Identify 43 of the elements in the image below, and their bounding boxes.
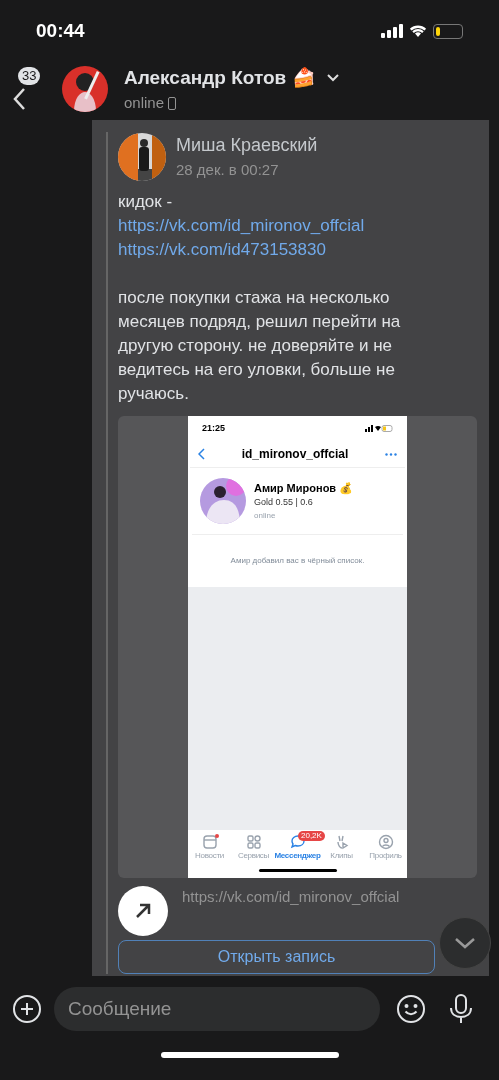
post-link[interactable]: https://vk.com/id473153830 (118, 237, 410, 262)
status-time: 00:44 (36, 18, 85, 43)
profile-subtitle: Gold 0.55 | 0.6 (254, 496, 314, 509)
more-icon (385, 452, 397, 456)
back-icon (198, 448, 205, 460)
emoji-icon[interactable] (396, 994, 426, 1024)
tab-item[interactable]: Сервисы (237, 849, 269, 862)
chevron-down-icon (454, 937, 476, 949)
contact-status: online (124, 93, 165, 113)
status-icons (365, 425, 393, 432)
count-badge: 20,2K (298, 830, 325, 841)
post-text: после покупки стажа на несколько месяцев подряд, решил перейти на другую сторону. не доверяйте и не ведитесь на его уловки, больше не ручаюсь. (118, 286, 402, 405)
signal-icon (381, 24, 403, 38)
profile-icon (377, 833, 394, 850)
add-icon[interactable] (12, 994, 42, 1024)
wifi-icon (409, 24, 427, 38)
post-link[interactable]: https://vk.com/id_mironov_offcial (118, 213, 410, 238)
profile-name: Амир Миронов 💰 (254, 480, 354, 496)
link-preview-url[interactable]: https://vk.com/id_mironov_offcial (182, 885, 400, 908)
back-icon (12, 87, 26, 111)
tab-item[interactable]: Клипы (330, 849, 353, 862)
battery-icon (433, 23, 463, 39)
screenshot-time: 21:25 (202, 421, 226, 435)
author-name: Миша Краевский (176, 134, 318, 157)
share-link-icon (118, 885, 168, 936)
message-input[interactable]: Сообщение (54, 987, 380, 1031)
blacklist-notice: Амир добавил вас в чёрный список. (230, 554, 365, 567)
profile-status: online (254, 509, 277, 522)
chevron-down-icon (325, 73, 340, 83)
post-text: кидок - (118, 190, 174, 213)
screenshot-title: id_mironov_offcial (241, 446, 349, 463)
tab-item[interactable]: Профиль (369, 849, 402, 862)
tab-item[interactable]: Мессенджер (274, 849, 321, 862)
microphone-icon[interactable] (448, 993, 474, 1025)
news-icon (201, 833, 218, 850)
unread-badge: 33 (18, 67, 41, 85)
grid-icon (245, 833, 262, 850)
tab-item[interactable]: Новости (195, 849, 224, 862)
post-date: 28 дек. в 00:27 (176, 160, 280, 180)
phone-icon (168, 96, 177, 110)
back-button[interactable]: 33 (12, 67, 52, 111)
contact-name: Александр Котов 🍰 (124, 65, 316, 90)
open-post-button[interactable]: Открыть запись (118, 939, 435, 974)
